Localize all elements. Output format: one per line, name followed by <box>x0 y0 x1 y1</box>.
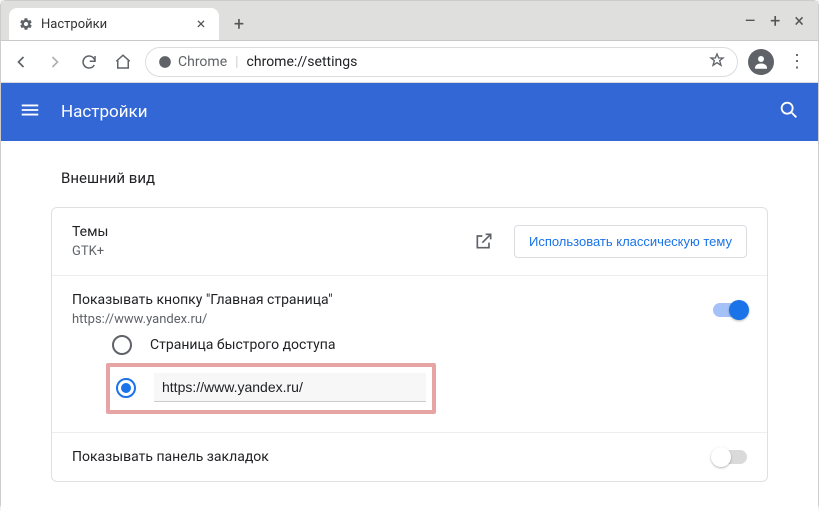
custom-homepage-input[interactable] <box>154 373 426 402</box>
home-button[interactable] <box>111 50 135 74</box>
home-button-radio-group: Страница быстрого доступа <box>72 327 747 432</box>
home-button-row: Показывать кнопку "Главная страница" htt… <box>52 276 767 433</box>
forward-button[interactable] <box>43 50 67 74</box>
window-controls: – + × <box>744 11 810 40</box>
radio-custom[interactable] <box>116 378 136 398</box>
close-window-icon[interactable]: × <box>794 11 804 32</box>
kebab-menu-icon[interactable]: ⋮ <box>784 51 810 72</box>
radio-ntp-row[interactable]: Страница быстрого доступа <box>112 327 747 363</box>
back-button[interactable] <box>9 50 33 74</box>
home-button-toggle[interactable] <box>713 303 747 317</box>
bookmarks-bar-label: Показывать панель закладок <box>72 449 713 465</box>
settings-header: Настройки <box>1 83 818 141</box>
appearance-section-title: Внешний вид <box>61 169 758 187</box>
use-classic-theme-button[interactable]: Использовать классическую тему <box>514 225 747 258</box>
browser-tab[interactable]: Настройки × <box>9 8 219 40</box>
omnibox-app: Chrome <box>178 54 227 70</box>
maximize-icon[interactable]: + <box>770 11 780 32</box>
themes-row: Темы GTK+ Использовать классическую тему <box>52 208 767 276</box>
bookmarks-bar-toggle[interactable] <box>713 450 747 464</box>
home-button-label: Показывать кнопку "Главная страница" <box>72 292 713 308</box>
site-info-icon[interactable]: Chrome <box>158 54 227 70</box>
close-tab-icon[interactable]: × <box>193 16 209 32</box>
themes-label: Темы <box>72 224 474 240</box>
browser-toolbar: Chrome | chrome://settings ⋮ <box>1 41 818 83</box>
address-bar[interactable]: Chrome | chrome://settings <box>145 47 738 77</box>
settings-title: Настройки <box>61 102 148 122</box>
radio-ntp-label: Страница быстрого доступа <box>150 337 335 353</box>
home-button-sub: https://www.yandex.ru/ <box>72 312 713 327</box>
search-icon[interactable] <box>778 99 800 125</box>
bookmark-star-icon[interactable] <box>709 52 725 72</box>
window-titlebar: Настройки × + – + × <box>1 1 818 41</box>
omnibox-url: chrome://settings <box>247 54 358 70</box>
omnibox-separator: | <box>235 54 238 70</box>
reload-button[interactable] <box>77 50 101 74</box>
profile-avatar-icon[interactable] <box>748 49 774 75</box>
appearance-card: Темы GTK+ Использовать классическую тему… <box>51 207 768 482</box>
radio-custom-row[interactable] <box>106 363 436 414</box>
themes-sub: GTK+ <box>72 244 474 259</box>
bookmarks-bar-row: Показывать панель закладок <box>52 433 767 481</box>
hamburger-menu-icon[interactable] <box>19 99 43 125</box>
open-in-new-icon[interactable] <box>474 231 496 253</box>
new-tab-button[interactable]: + <box>225 10 253 38</box>
radio-ntp[interactable] <box>112 335 132 355</box>
settings-content: Внешний вид Темы GTK+ Использовать класс… <box>1 141 818 511</box>
settings-scroll-area[interactable]: Внешний вид Темы GTK+ Использовать класс… <box>1 141 818 511</box>
minimize-icon[interactable]: – <box>744 11 756 32</box>
gear-icon <box>19 17 33 31</box>
tab-title: Настройки <box>41 17 185 32</box>
